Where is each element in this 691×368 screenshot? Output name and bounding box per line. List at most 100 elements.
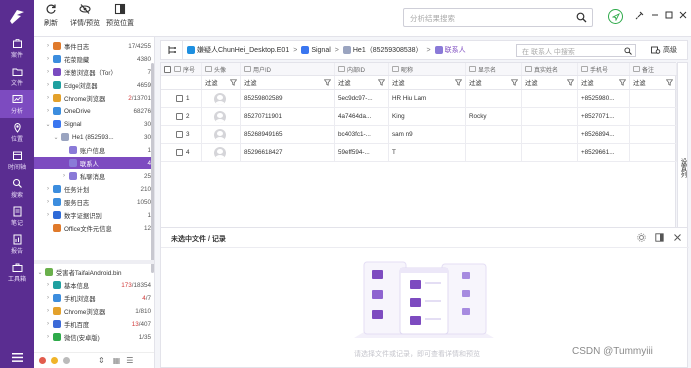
tree-item[interactable]: 账户信息 1 [34, 144, 154, 156]
funnel-icon[interactable] [511, 79, 518, 86]
rail-item-folder[interactable]: 文件 [0, 62, 34, 90]
funnel-icon[interactable] [666, 79, 673, 86]
tree-item[interactable]: › 微信(安卓版) 1/35 [34, 331, 154, 343]
breadcrumb-item[interactable]: Signal [301, 46, 331, 54]
table-row[interactable]: 4 85296618427 59eff594-... T +8529661... [161, 144, 677, 162]
rail-item-location[interactable]: 位置 [0, 118, 34, 146]
rail-item-analysis[interactable]: 分析 [0, 90, 34, 118]
row-checkbox[interactable] [176, 131, 183, 138]
chevron-right-icon[interactable]: › [45, 199, 51, 205]
pin-icon[interactable] [635, 10, 645, 20]
chevron-right-icon[interactable]: › [45, 321, 51, 327]
chevron-down-icon[interactable]: ⌄ [53, 134, 59, 141]
select-all-checkbox[interactable] [164, 65, 171, 73]
column-filter[interactable]: 过滤 [466, 76, 522, 89]
column-header[interactable]: 真实姓名 [522, 63, 578, 75]
column-header[interactable]: 备注 [630, 63, 677, 75]
column-filter[interactable]: 过滤 [241, 76, 335, 89]
chevron-right-icon[interactable]: › [45, 308, 51, 314]
tree-item[interactable]: › 事件日志 17/4255 [34, 40, 154, 52]
settings-columns-button[interactable]: 设置列 [677, 62, 688, 252]
funnel-icon[interactable] [619, 79, 626, 86]
column-filter[interactable]: 过滤 [522, 76, 578, 89]
chevron-right-icon[interactable]: › [45, 69, 51, 75]
chevron-down-icon[interactable]: ⌄ [45, 121, 51, 128]
chevron-right-icon[interactable]: › [45, 334, 51, 340]
tree-item[interactable]: 联系人 4 [34, 157, 154, 169]
breadcrumb-item[interactable]: He1（85259308538） [342, 45, 423, 55]
chevron-right-icon[interactable]: › [45, 212, 51, 218]
tree-item[interactable]: › 手机百度 13/407 [34, 318, 154, 330]
chevron-right-icon[interactable]: › [45, 56, 51, 62]
funnel-icon[interactable] [567, 79, 574, 86]
funnel-icon[interactable] [378, 79, 385, 86]
breadcrumb-item[interactable]: 联系人 [434, 45, 466, 55]
column-header[interactable]: 用户ID [241, 63, 335, 75]
funnel-icon[interactable] [324, 79, 331, 86]
column-header[interactable]: 昵称 [389, 63, 466, 75]
yellow-dot-icon[interactable] [51, 357, 58, 364]
chevron-right-icon[interactable]: › [45, 186, 51, 192]
tree-item[interactable]: › 手机浏览器 4/7 [34, 292, 154, 304]
table-row[interactable]: 3 85268949165 bc403fc1-... sam n9 +8526894..… [161, 126, 677, 144]
tree-item[interactable]: › 数字证据识别 1 [34, 209, 154, 221]
panel-layout-icon[interactable] [655, 233, 664, 242]
rail-item-search[interactable]: 搜索 [0, 174, 34, 202]
tree-item[interactable]: ⌄ 受害者TaifaiAndroid.bin [34, 266, 154, 278]
table-row[interactable]: 1 85259802589 5ec9dc97-... HR Hiu Lam +85259… [161, 90, 677, 108]
column-filter[interactable]: 过滤 [202, 76, 241, 89]
tree-item[interactable]: › 洋葱浏览器（Tor） 7 [34, 66, 154, 78]
chevron-right-icon[interactable]: › [45, 82, 51, 88]
advanced-search-button[interactable]: 高级 [651, 45, 677, 55]
minimize-icon[interactable] [650, 10, 660, 20]
tree-toggle-icon[interactable] [161, 41, 183, 59]
preview-toggle-button[interactable]: 详情/预览 [70, 3, 100, 28]
menu-icon[interactable] [0, 353, 34, 362]
tree-item[interactable]: Office文件元信息 12 [34, 222, 154, 234]
rail-item-timeline[interactable]: 时间轴 [0, 146, 34, 174]
preview-position-button[interactable]: 预览位置 [106, 3, 134, 28]
chevron-right-icon[interactable]: › [45, 43, 51, 49]
table-row[interactable]: 2 85270711901 4a7464da... King Rocky +8527071… [161, 108, 677, 126]
funnel-icon[interactable] [230, 79, 237, 86]
funnel-icon[interactable] [455, 79, 462, 86]
close-icon[interactable] [673, 233, 682, 242]
column-filter[interactable]: 过滤 [335, 76, 389, 89]
chevron-right-icon[interactable]: › [61, 173, 67, 179]
row-checkbox[interactable] [176, 95, 183, 102]
tree-item[interactable]: › Edge浏览器 4659 [34, 79, 154, 91]
tree-item[interactable]: ⌄ He1 (852593... 30 [34, 131, 154, 143]
column-filter[interactable]: 过滤 [630, 76, 677, 89]
chevron-right-icon[interactable]: › [45, 295, 51, 301]
row-checkbox[interactable] [176, 149, 183, 156]
column-filter[interactable]: 过滤 [389, 76, 466, 89]
rail-item-report[interactable]: 报告 [0, 230, 34, 258]
tree-item[interactable]: › Chrome浏览器 2/13701 [34, 92, 154, 104]
maximize-icon[interactable] [664, 10, 674, 20]
breadcrumb-item[interactable]: 嫌疑人ChunHei_Desktop.E01 [187, 45, 289, 55]
rail-item-note[interactable]: 笔记 [0, 202, 34, 230]
tree-scrollbar[interactable] [151, 63, 154, 273]
tree-item[interactable]: ⌄ Signal 30 [34, 118, 154, 130]
list-view-icon[interactable]: ☰ [126, 356, 133, 365]
send-icon[interactable] [608, 9, 623, 24]
contacts-search-input[interactable]: 在 联系人 中搜索 [516, 44, 636, 57]
column-header[interactable]: 头像 [202, 63, 241, 75]
column-header[interactable]: 序号 [161, 63, 202, 75]
analysis-search-input[interactable]: 分析结果搜索 [403, 8, 593, 27]
rail-item-case[interactable]: 案件 [0, 34, 34, 62]
tree-item[interactable]: › 花荥隐藏 4380 [34, 53, 154, 65]
chevron-down-icon[interactable]: ⌄ [37, 269, 43, 276]
rail-item-toolbox[interactable]: 工具箱 [0, 258, 34, 286]
grid-view-icon[interactable]: ▦ [113, 356, 121, 365]
tree-item[interactable]: › 服务日志 1050 [34, 196, 154, 208]
settings-gear-icon[interactable] [637, 233, 646, 242]
tree-item[interactable]: › 私聊消息 25 [34, 170, 154, 182]
tree-item[interactable]: › OneDrive 68276 [34, 105, 154, 117]
column-filter[interactable]: 过滤 [578, 76, 630, 89]
refresh-button[interactable]: 刷新 [44, 3, 58, 28]
chevron-right-icon[interactable]: › [45, 108, 51, 114]
close-icon[interactable] [678, 10, 688, 20]
expand-collapse-icon[interactable]: ⇕ [98, 356, 105, 365]
chevron-right-icon[interactable]: › [45, 95, 51, 101]
